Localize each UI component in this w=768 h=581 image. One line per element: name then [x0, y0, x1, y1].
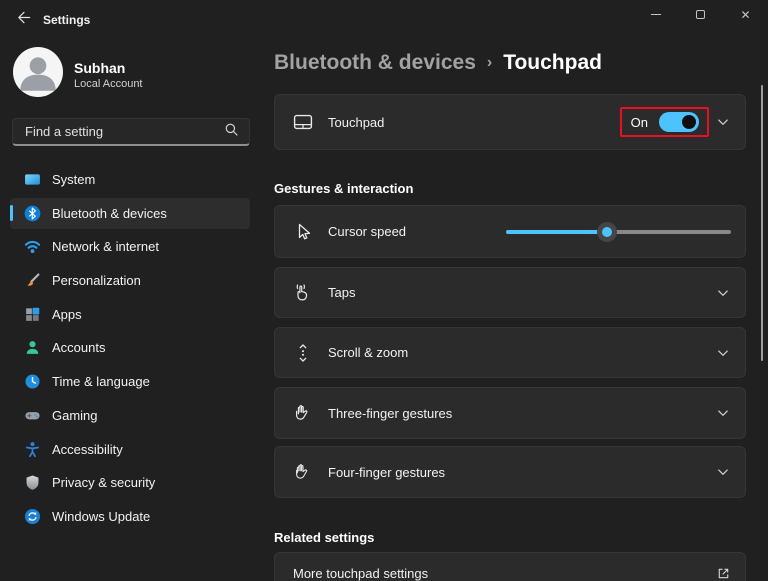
touchpad-icon: [293, 112, 313, 132]
sidebar-nav: System Bluetooth & devices Network & int…: [10, 164, 250, 535]
external-link-icon: [715, 565, 731, 581]
vertical-scrollbar[interactable]: [761, 85, 763, 361]
expander-label: Taps: [328, 285, 356, 300]
avatar: [13, 47, 63, 97]
sidebar-item-label: Time & language: [52, 374, 150, 390]
breadcrumb-separator-icon: ›: [486, 54, 493, 71]
expander-three-finger-gestures[interactable]: Three-finger gestures: [274, 387, 746, 439]
sidebar-item-label: Windows Update: [52, 508, 151, 524]
sidebar-item-accounts[interactable]: Accounts: [10, 332, 250, 363]
sidebar-item-network-internet[interactable]: Network & internet: [10, 231, 250, 262]
sidebar-item-label: Gaming: [52, 407, 98, 423]
apps-icon: [24, 306, 41, 323]
expander-label: Scroll & zoom: [328, 345, 409, 360]
scroll-icon: [293, 343, 313, 363]
sidebar-item-label: Privacy & security: [52, 475, 156, 491]
user-account-type: Local Account: [74, 78, 143, 90]
user-name: Subhan: [74, 60, 126, 76]
expander-scroll-zoom[interactable]: Scroll & zoom: [274, 327, 746, 378]
more-touchpad-settings-link[interactable]: More touchpad settings: [274, 552, 746, 581]
touchpad-toggle-row[interactable]: Touchpad On: [274, 94, 746, 150]
expander-label: Four-finger gestures: [328, 464, 446, 480]
chevron-down-icon[interactable]: [715, 405, 731, 421]
sidebar-item-gaming[interactable]: Gaming: [10, 400, 250, 431]
expander-label: Three-finger gestures: [328, 405, 453, 421]
sidebar-item-bluetooth-devices[interactable]: Bluetooth & devices: [10, 197, 250, 229]
touchpad-label: Touchpad: [328, 114, 385, 130]
sidebar-item-label: Accounts: [52, 340, 106, 356]
more-touchpad-settings-label: More touchpad settings: [293, 565, 429, 581]
sidebar-item-label: System: [52, 172, 96, 187]
sidebar: Subhan Local Account System Bluetooth & …: [0, 38, 260, 581]
chevron-down-icon[interactable]: [715, 285, 731, 301]
sidebar-item-apps[interactable]: Apps: [10, 299, 250, 330]
sidebar-item-label: Apps: [52, 306, 82, 322]
search-icon: [224, 122, 239, 142]
gaming-icon: [24, 407, 41, 424]
search-box[interactable]: [12, 118, 250, 146]
toggle-knob: [682, 115, 696, 129]
main-content: Bluetooth & devices › Touchpad Touchpad …: [273, 0, 748, 581]
search-input[interactable]: [25, 124, 224, 139]
gestures-section-header: Gestures & interaction: [274, 181, 414, 196]
four-finger-icon: [293, 462, 313, 482]
chevron-down-icon[interactable]: [715, 114, 731, 130]
system-icon: [24, 171, 41, 188]
cursor-speed-row: Cursor speed: [274, 205, 746, 258]
personalization-icon: [24, 272, 41, 289]
sidebar-item-label: Personalization: [52, 273, 141, 289]
page-title: Touchpad: [503, 51, 602, 74]
time-language-icon: [24, 373, 41, 390]
touchpad-toggle[interactable]: [659, 112, 699, 132]
accounts-icon: [24, 339, 41, 356]
sidebar-item-personalization[interactable]: Personalization: [10, 265, 250, 296]
breadcrumb: Bluetooth & devices › Touchpad: [274, 48, 602, 78]
sidebar-item-label: Bluetooth & devices: [52, 205, 167, 221]
accessibility-icon: [24, 441, 41, 458]
sidebar-item-label: Network & internet: [52, 239, 159, 255]
sidebar-item-windows-update[interactable]: Windows Update: [10, 501, 250, 532]
cursor-speed-slider-track[interactable]: [506, 229, 731, 234]
tap-icon: [293, 283, 313, 303]
bluetooth-icon: [24, 205, 41, 222]
cursor-icon: [293, 222, 313, 242]
network-icon: [24, 238, 41, 255]
toggle-state-label: On: [630, 114, 648, 130]
sidebar-item-accessibility[interactable]: Accessibility: [10, 434, 250, 465]
highlight-annotation-box: On: [619, 107, 709, 137]
app-title: Settings: [43, 13, 91, 27]
sidebar-item-time-language[interactable]: Time & language: [10, 366, 250, 397]
expander-taps[interactable]: Taps: [274, 267, 746, 318]
back-button[interactable]: [8, 6, 38, 34]
chevron-down-icon[interactable]: [715, 345, 731, 361]
cursor-speed-label: Cursor speed: [328, 224, 407, 239]
cursor-speed-slider-thumb[interactable]: [597, 221, 618, 242]
three-finger-icon: [293, 403, 313, 423]
chevron-down-icon[interactable]: [715, 464, 731, 480]
sidebar-item-system[interactable]: System: [10, 164, 250, 195]
sidebar-item-privacy-security[interactable]: Privacy & security: [10, 467, 250, 498]
related-section-header: Related settings: [274, 530, 375, 545]
back-arrow-icon: [16, 10, 31, 30]
privacy-security-icon: [24, 474, 41, 491]
sidebar-item-label: Accessibility: [52, 441, 123, 457]
breadcrumb-parent[interactable]: Bluetooth & devices: [274, 51, 476, 75]
settings-window: Settings ✕ Subhan Local Account System B…: [0, 0, 768, 581]
expander-four-finger-gestures[interactable]: Four-finger gestures: [274, 446, 746, 498]
windows-update-icon: [24, 508, 41, 525]
cursor-speed-slider[interactable]: [506, 221, 731, 242]
